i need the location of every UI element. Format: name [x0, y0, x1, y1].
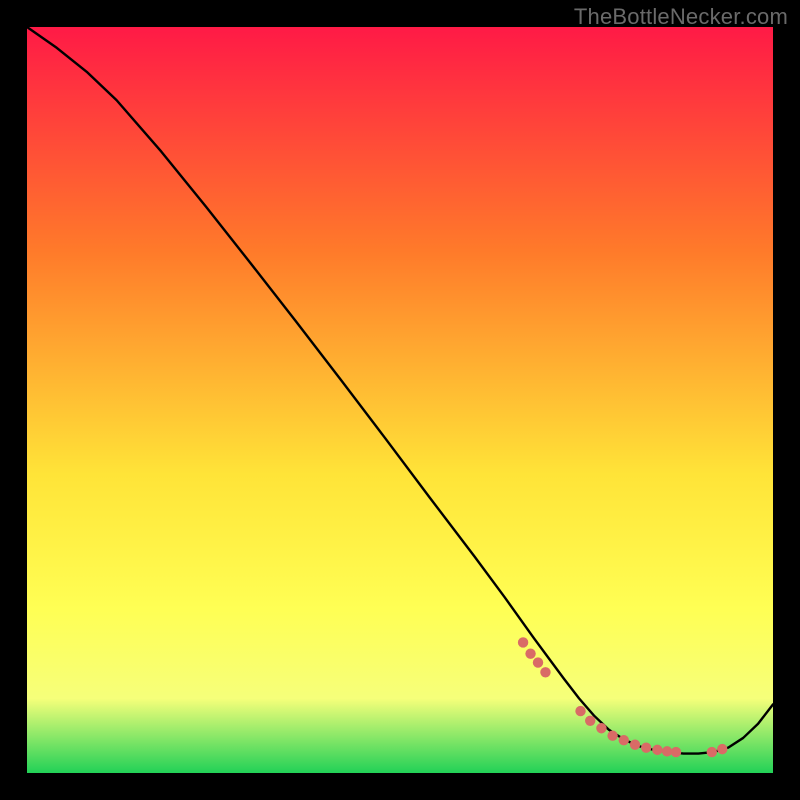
curve-marker — [585, 716, 595, 726]
curve-marker — [717, 744, 727, 754]
curve-marker — [652, 745, 662, 755]
curve-marker — [619, 735, 629, 745]
curve-marker — [641, 742, 651, 752]
chart-frame: TheBottleNecker.com — [0, 0, 800, 800]
curve-marker — [575, 706, 585, 716]
curve-marker — [518, 637, 528, 647]
curve-marker — [596, 723, 606, 733]
curve-marker — [540, 667, 550, 677]
curve-marker — [671, 747, 681, 757]
curve-marker — [707, 747, 717, 757]
curve-marker — [630, 739, 640, 749]
gradient-background — [27, 27, 773, 773]
curve-marker — [662, 746, 672, 756]
curve-marker — [607, 731, 617, 741]
plot-area — [27, 27, 773, 773]
curve-marker — [533, 657, 543, 667]
curve-marker — [525, 648, 535, 658]
chart-svg — [27, 27, 773, 773]
